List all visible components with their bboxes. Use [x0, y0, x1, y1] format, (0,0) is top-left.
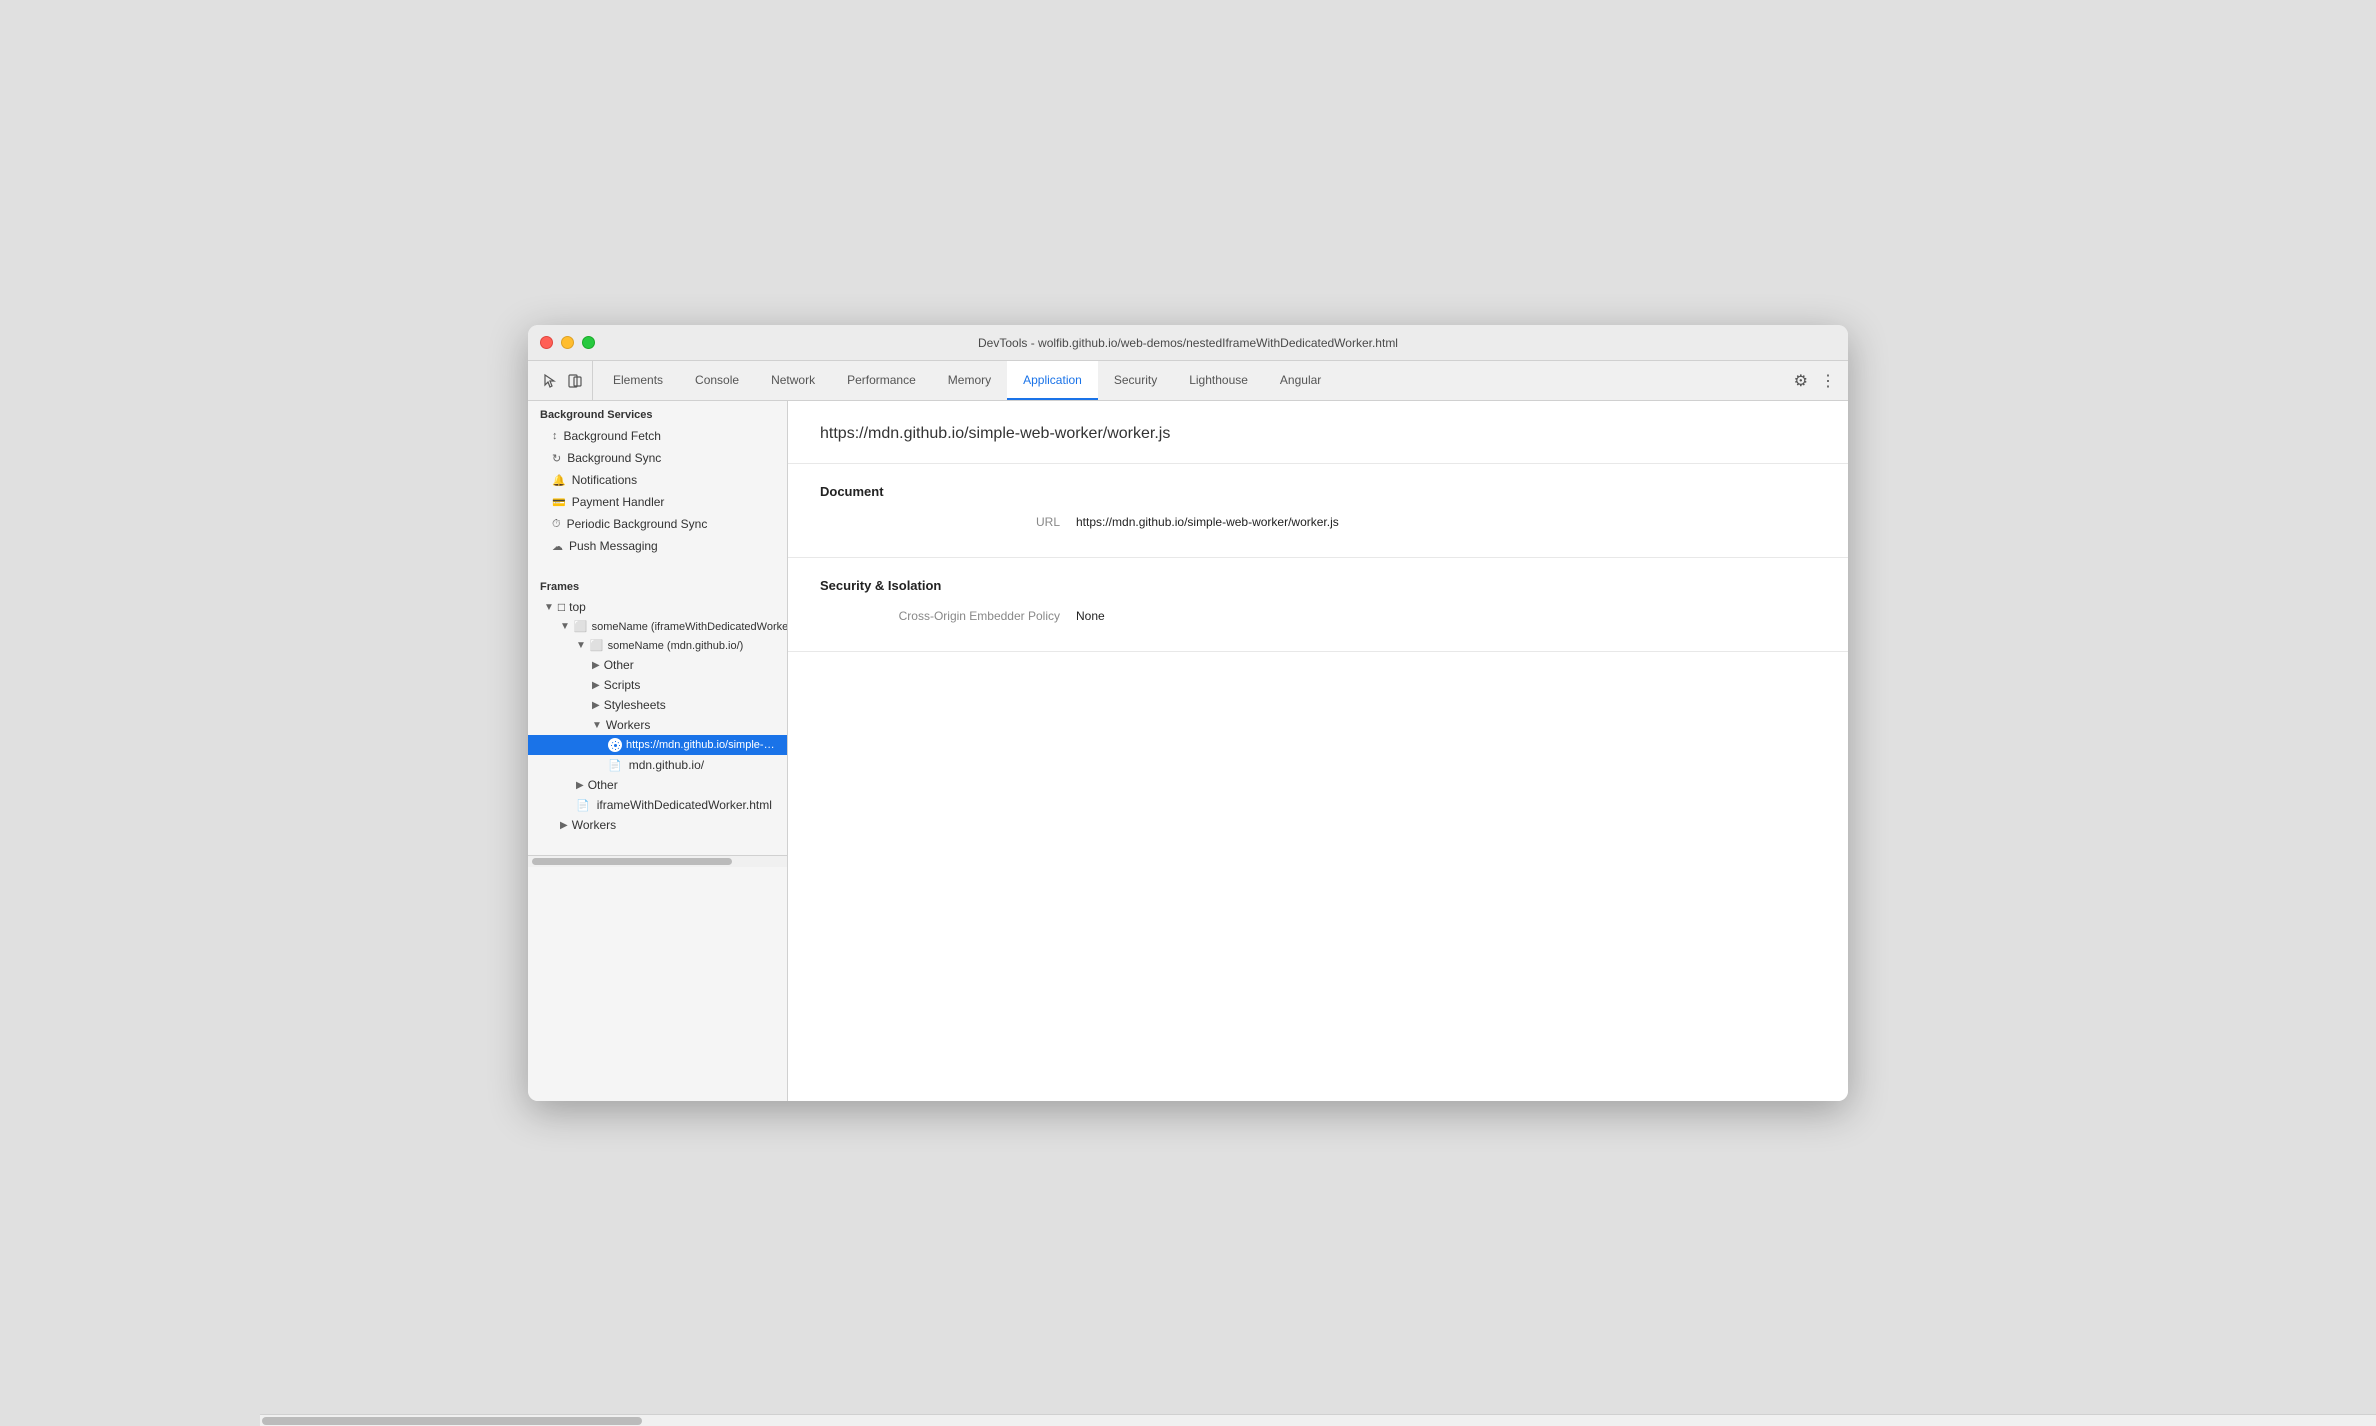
frames-title: Frames [528, 573, 787, 597]
toggle-stylesheets: ▶ [592, 700, 600, 711]
tree-item-scripts[interactable]: ▶ Scripts [528, 675, 787, 695]
minimize-button[interactable] [561, 336, 574, 349]
file-icon-iframe: 📄 [576, 799, 590, 812]
document-section: Document URL https://mdn.github.io/simpl… [788, 464, 1848, 558]
gear-circle-icon [608, 738, 622, 752]
traffic-lights [540, 336, 595, 349]
main-panel: https://mdn.github.io/simple-web-worker/… [788, 401, 1848, 1101]
tab-application[interactable]: Application [1007, 361, 1098, 400]
toolbar-icons [532, 361, 593, 400]
device-icon[interactable] [566, 372, 584, 390]
close-button[interactable] [540, 336, 553, 349]
payment-handler-icon: 💳 [552, 496, 566, 509]
coep-label: Cross-Origin Embedder Policy [820, 609, 1060, 623]
sidebar-item-bg-fetch[interactable]: ↕ Background Fetch [528, 425, 787, 447]
tree-item-other-1[interactable]: ▶ Other [528, 655, 787, 675]
security-isolation-section: Security & Isolation Cross-Origin Embedd… [788, 558, 1848, 652]
tab-angular[interactable]: Angular [1264, 361, 1337, 400]
right-toolbar-icons: ⚙ ⋮ [1782, 361, 1848, 400]
tree-item-top[interactable]: ▼ □ top [528, 597, 787, 617]
tab-memory[interactable]: Memory [932, 361, 1007, 400]
tab-network[interactable]: Network [755, 361, 831, 400]
tree-item-somename-mdn[interactable]: ▼ ⬜ someName (mdn.github.io/) [528, 636, 787, 655]
tab-performance[interactable]: Performance [831, 361, 932, 400]
devtools-tabs-bar: Elements Console Network Performance Mem… [528, 361, 1848, 401]
cursor-icon[interactable] [540, 372, 558, 390]
sidebar-item-push-messaging[interactable]: ☁ Push Messaging [528, 535, 787, 557]
iframe-icon-2: ⬜ [590, 639, 604, 652]
tree-item-stylesheets[interactable]: ▶ Stylesheets [528, 695, 787, 715]
coep-row: Cross-Origin Embedder Policy None [820, 609, 1816, 623]
sidebar-scrollbar[interactable] [528, 855, 787, 867]
bg-services-title: Background Services [528, 401, 787, 425]
sidebar-item-payment-handler[interactable]: 💳 Payment Handler [528, 491, 787, 513]
url-value: https://mdn.github.io/simple-web-worker/… [1076, 515, 1339, 529]
tree-item-somename-iframe[interactable]: ▼ ⬜ someName (iframeWithDedicatedWorker.… [528, 617, 787, 636]
tree-item-iframe-file[interactable]: 📄 iframeWithDedicatedWorker.html [528, 795, 787, 815]
periodic-bg-sync-icon: ⏱ [552, 518, 561, 531]
url-label: URL [820, 515, 1060, 529]
tree-item-workers-2[interactable]: ▶ Workers [528, 815, 787, 835]
tree-item-other-2[interactable]: ▶ Other [528, 775, 787, 795]
sidebar-item-notifications[interactable]: 🔔 Notifications [528, 469, 787, 491]
window-title: DevTools - wolfib.github.io/web-demos/ne… [978, 336, 1398, 350]
sidebar-item-periodic-bg-sync[interactable]: ⏱ Periodic Background Sync [528, 513, 787, 535]
folder-icon-top: □ [558, 600, 565, 614]
bg-fetch-icon: ↕ [552, 430, 558, 442]
sidebar-scrollbar-thumb [532, 858, 732, 865]
main-url-header: https://mdn.github.io/simple-web-worker/… [788, 401, 1848, 464]
document-url-row: URL https://mdn.github.io/simple-web-wor… [820, 515, 1816, 529]
title-bar: DevTools - wolfib.github.io/web-demos/ne… [528, 325, 1848, 361]
iframe-icon-1: ⬜ [574, 620, 588, 633]
toggle-workers-2: ▶ [560, 820, 568, 831]
push-messaging-icon: ☁ [552, 540, 563, 553]
tree-item-worker-url[interactable]: https://mdn.github.io/simple-web-worker [528, 735, 787, 755]
devtools-window: DevTools - wolfib.github.io/web-demos/ne… [528, 325, 1848, 1101]
devtools-body: Background Services ↕ Background Fetch ↻… [528, 401, 1848, 1101]
settings-icon[interactable]: ⚙ [1794, 371, 1808, 391]
maximize-button[interactable] [582, 336, 595, 349]
toggle-scripts: ▶ [592, 680, 600, 691]
tab-security[interactable]: Security [1098, 361, 1173, 400]
document-title: Document [820, 484, 1816, 499]
bg-sync-icon: ↻ [552, 452, 561, 465]
toggle-somename-mdn: ▼ [576, 640, 586, 651]
file-icon-mdn: 📄 [608, 759, 622, 772]
tab-console[interactable]: Console [679, 361, 755, 400]
security-isolation-title: Security & Isolation [820, 578, 1816, 593]
toggle-other-1: ▶ [592, 660, 600, 671]
tree-item-workers[interactable]: ▼ Workers [528, 715, 787, 735]
toggle-workers: ▼ [592, 720, 602, 731]
tree-item-mdn-github[interactable]: 📄 mdn.github.io/ [528, 755, 787, 775]
notifications-icon: 🔔 [552, 474, 566, 487]
sidebar-item-bg-sync[interactable]: ↻ Background Sync [528, 447, 787, 469]
sidebar: Background Services ↕ Background Fetch ↻… [528, 401, 788, 1101]
more-options-icon[interactable]: ⋮ [1820, 371, 1836, 391]
tab-elements[interactable]: Elements [597, 361, 679, 400]
toggle-top: ▼ [544, 602, 554, 613]
toggle-somename-iframe: ▼ [560, 621, 570, 632]
tab-lighthouse[interactable]: Lighthouse [1173, 361, 1264, 400]
coep-value: None [1076, 609, 1105, 623]
toggle-other-2: ▶ [576, 780, 584, 791]
